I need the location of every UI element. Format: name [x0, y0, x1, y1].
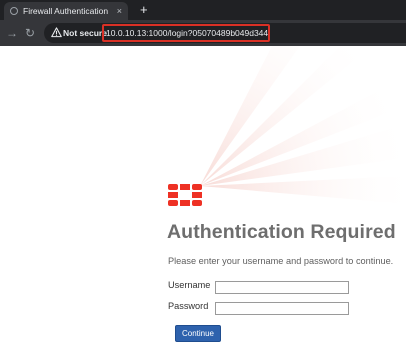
tab-strip: Firewall Authentication × + [0, 0, 406, 20]
new-tab-button[interactable]: + [140, 1, 148, 19]
continue-button[interactable]: Continue [175, 325, 221, 342]
username-label: Username [168, 280, 211, 290]
browser-toolbar: → ↻ Not secure 10.0.10.13:1000/login?050… [0, 20, 406, 46]
forward-arrow-icon[interactable]: → [6, 20, 18, 46]
browser-tab[interactable]: Firewall Authentication × [4, 2, 128, 20]
close-tab-icon[interactable]: × [117, 2, 122, 20]
page-title: Authentication Required [167, 221, 396, 243]
auth-page: Authentication Required Please enter you… [0, 46, 406, 348]
globe-icon [10, 7, 18, 15]
url-text[interactable]: 10.0.10.13:1000/login?05070489b049d344 [106, 23, 268, 43]
password-input[interactable] [215, 302, 349, 315]
username-input[interactable] [215, 281, 349, 294]
tab-title: Firewall Authentication [23, 6, 109, 16]
not-secure-label[interactable]: Not secure [63, 23, 107, 43]
password-label: Password [168, 301, 209, 311]
reload-icon[interactable]: ↻ [25, 20, 35, 46]
page-description: Please enter your username and password … [168, 256, 394, 266]
address-bar[interactable]: Not secure 10.0.10.13:1000/login?0507048… [44, 23, 406, 43]
fortinet-logo-icon [168, 184, 202, 206]
warning-triangle-icon[interactable] [51, 27, 62, 38]
